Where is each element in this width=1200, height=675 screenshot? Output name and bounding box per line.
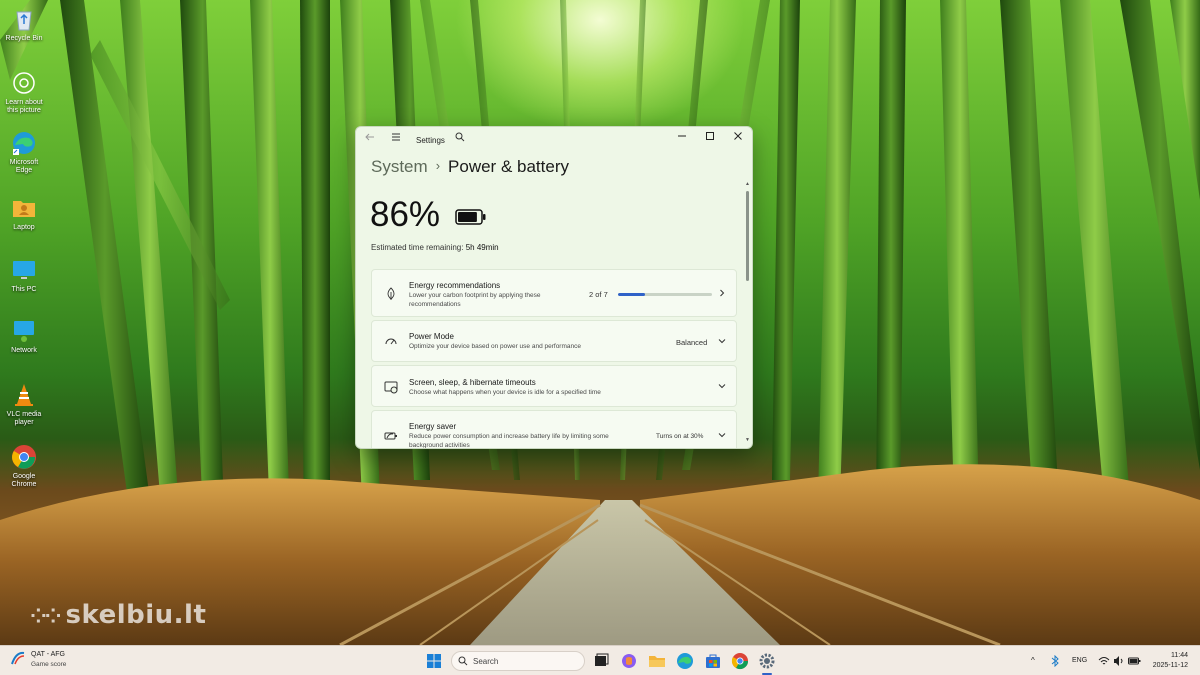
leaf-icon	[387, 287, 395, 300]
desktop-icon-label: Laptop	[13, 224, 35, 231]
monitor-icon	[13, 261, 35, 279]
breadcrumb-system-link[interactable]: System	[371, 157, 428, 176]
back-arrow-icon[interactable]	[360, 131, 380, 149]
file-explorer-icon[interactable]	[648, 652, 666, 670]
energy-recommendations-card[interactable]: Energy recommendations Lower your carbon…	[371, 269, 737, 317]
widgets-button[interactable]: QAT - AFG Game score	[10, 650, 66, 671]
energy-saver-card[interactable]: Energy saver Reduce power consumption an…	[371, 410, 737, 449]
card-description: Reduce power consumption and increase ba…	[409, 433, 609, 449]
clock-time: 11:44	[1171, 652, 1188, 659]
desktop-icon-laptop[interactable]: Laptop	[2, 195, 46, 232]
taskbar-search-box[interactable]: Search	[451, 651, 585, 671]
task-view-icon[interactable]	[592, 652, 610, 670]
edge-icon	[13, 132, 35, 155]
app-title: Settings	[416, 136, 445, 145]
close-button[interactable]	[724, 130, 752, 148]
volume-icon[interactable]	[1113, 655, 1125, 667]
taskbar-clock[interactable]: 11:44 2025-11-12	[1153, 651, 1188, 671]
chrome-icon[interactable]	[731, 652, 749, 670]
close-icon	[734, 132, 742, 140]
search-icon[interactable]	[450, 131, 470, 149]
desktop-icon-label: Microsoft Edge	[9, 159, 39, 174]
camera-icon	[13, 72, 35, 94]
desktop-icon-edge[interactable]: Microsoft Edge	[2, 130, 46, 175]
screen-sleep-timeouts-card[interactable]: Screen, sleep, & hibernate timeouts Choo…	[371, 365, 737, 407]
recommendations-progress-bar	[618, 293, 712, 296]
minimize-icon	[678, 135, 686, 137]
card-title: Screen, sleep, & hibernate timeouts	[409, 378, 536, 387]
desktop-icon-network[interactable]: Network	[2, 318, 46, 355]
battery-percentage: 86%	[370, 195, 441, 234]
card-description: Lower your carbon footprint by applying …	[409, 292, 541, 308]
desktop-icon-label: VLC media player	[6, 411, 42, 426]
card-title: Energy saver	[409, 422, 457, 431]
power-mode-icon	[385, 338, 397, 345]
desktop-icon-label: Learn about this picture	[5, 99, 43, 114]
chevron-up-icon[interactable]: ^	[1031, 656, 1035, 665]
desktop-icon-label: Network	[11, 347, 37, 354]
recommendations-count: 2 of 7	[589, 290, 608, 299]
bluetooth-icon[interactable]	[1049, 655, 1061, 667]
power-mode-dropdown[interactable]: Balanced	[676, 338, 707, 347]
desktop-icon-this-pc[interactable]: This PC	[2, 257, 46, 294]
microsoft-store-icon[interactable]	[704, 652, 722, 670]
energy-saver-icon	[384, 432, 397, 440]
chevron-down-icon	[718, 431, 726, 441]
card-description: Choose what happens when your device is …	[409, 389, 601, 396]
card-title: Energy recommendations	[409, 281, 501, 290]
wifi-icon[interactable]	[1098, 655, 1110, 667]
settings-gear-icon[interactable]	[758, 652, 776, 670]
hamburger-menu-icon[interactable]	[386, 131, 406, 149]
card-title: Power Mode	[409, 332, 454, 341]
desktop-icon-chrome[interactable]: Google Chrome	[2, 444, 46, 489]
power-mode-card[interactable]: Power Mode Optimize your device based on…	[371, 320, 737, 362]
edge-icon[interactable]	[676, 652, 694, 670]
estimated-time-value: 5h 49min	[465, 243, 499, 252]
language-indicator[interactable]: ENG	[1072, 657, 1087, 664]
estimated-time-label: Estimated time remaining:	[371, 243, 464, 252]
desktop-icon-vlc[interactable]: VLC media player	[2, 382, 46, 427]
breadcrumb: System › Power & battery	[371, 157, 569, 177]
chevron-right-icon	[718, 289, 726, 299]
energy-saver-status: Turns on at 30%	[656, 433, 704, 440]
desktop-icon-learn-about-picture[interactable]: Learn about this picture	[2, 70, 46, 115]
battery-icon	[455, 209, 486, 225]
chevron-down-icon	[718, 382, 726, 392]
widget-subtitle: Game score	[31, 661, 67, 668]
taskbar: QAT - AFG Game score Search ^ ENG 11:44 …	[0, 645, 1200, 675]
sports-score-icon	[11, 651, 25, 665]
scroll-up-arrow-icon[interactable]: ▲	[745, 181, 750, 187]
chrome-icon	[12, 445, 36, 469]
desktop-icon-label: Recycle Bin	[5, 35, 43, 42]
search-icon	[458, 656, 468, 666]
title-bar[interactable]: Settings	[356, 127, 752, 155]
watermark-logo: ⁘⁘ skelbiu.lt	[30, 600, 207, 630]
scroll-down-arrow-icon[interactable]: ▼	[745, 437, 750, 443]
minimize-button[interactable]	[668, 130, 696, 148]
clock-date: 2025-11-12	[1152, 662, 1188, 669]
desktop-icon-recycle-bin[interactable]: Recycle Bin	[2, 6, 46, 43]
search-placeholder: Search	[473, 657, 499, 666]
settings-window: Settings System › Power & battery 86% Esti…	[355, 126, 753, 449]
user-folder-icon	[13, 201, 35, 217]
windows-start-icon[interactable]	[425, 652, 443, 670]
desktop-icon-label: Google Chrome	[11, 473, 37, 488]
screen-timeout-icon	[384, 381, 398, 394]
breadcrumb-separator: ›	[435, 158, 441, 173]
widget-title: QAT - AFG	[31, 651, 65, 658]
network-icon	[14, 321, 34, 342]
maximize-button[interactable]	[696, 130, 724, 148]
chevron-down-icon	[718, 337, 726, 347]
copilot-icon[interactable]	[620, 652, 638, 670]
page-title: Power & battery	[448, 157, 569, 176]
card-description: Optimize your device based on power use …	[409, 343, 581, 350]
recycle-bin-icon	[16, 11, 32, 31]
maximize-icon	[706, 132, 714, 140]
estimated-time-remaining: Estimated time remaining: 5h 49min	[371, 243, 499, 252]
vlc-cone-icon	[15, 384, 33, 406]
battery-tray-icon[interactable]	[1128, 655, 1141, 667]
desktop-icon-label: This PC	[11, 286, 37, 293]
vertical-scrollbar[interactable]	[746, 191, 749, 281]
